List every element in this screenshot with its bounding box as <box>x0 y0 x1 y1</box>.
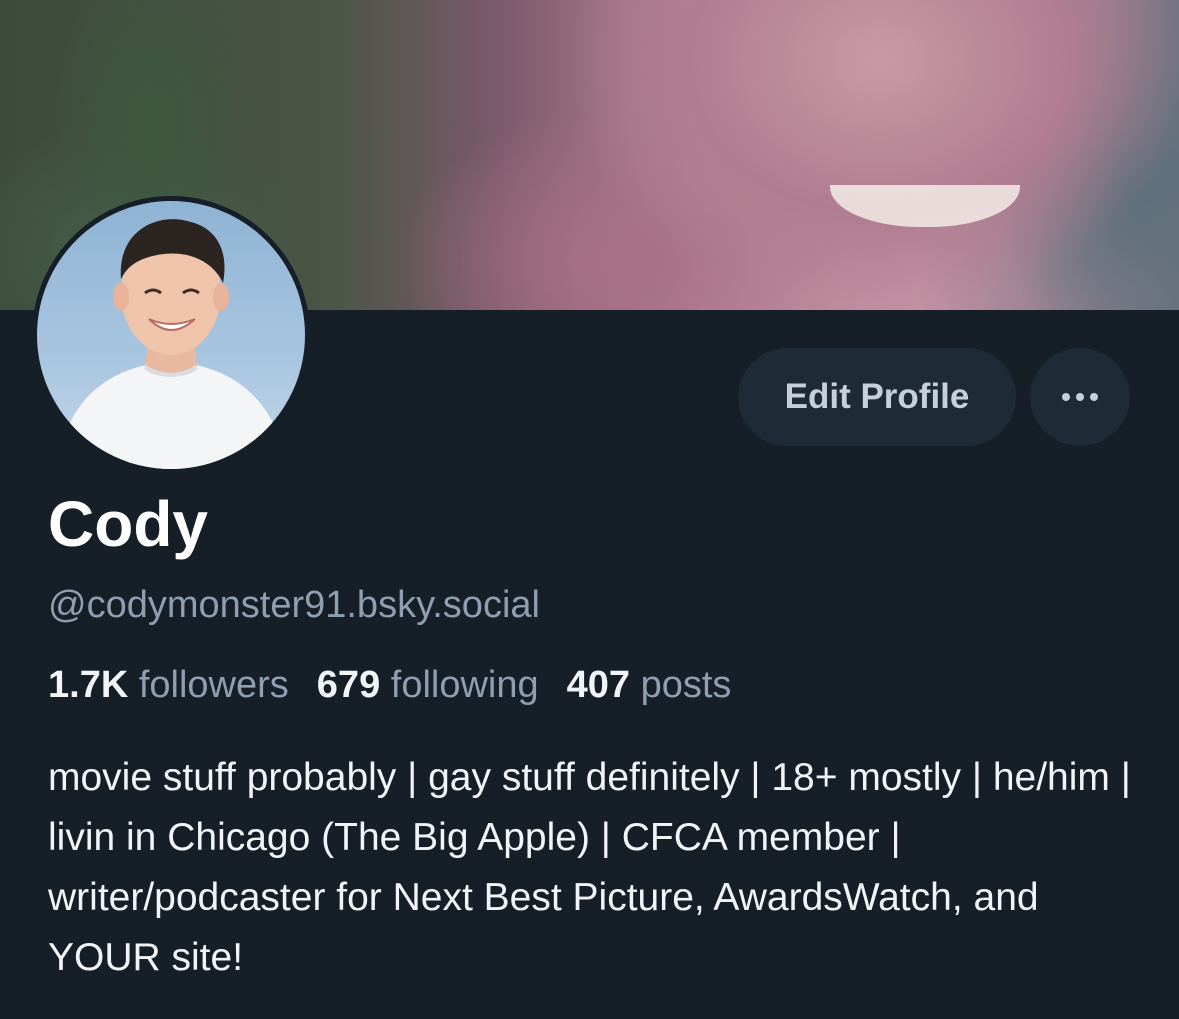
avatar[interactable] <box>37 201 305 469</box>
avatar-portrait <box>57 219 287 469</box>
followers-label: followers <box>138 664 289 706</box>
profile-stats: 1.7K followers 679 following 407 posts <box>48 660 731 710</box>
more-options-button[interactable] <box>1030 348 1130 446</box>
following-count: 679 <box>316 664 381 706</box>
ellipsis-icon <box>1062 393 1098 401</box>
profile-handle: @codymonster91.bsky.social <box>48 584 540 626</box>
posts-count: 407 <box>566 664 631 706</box>
profile-bio: movie stuff probably | gay stuff definit… <box>48 756 1131 979</box>
display-name: Cody <box>48 488 208 560</box>
followers-count: 1.7K <box>48 664 129 706</box>
edit-profile-button[interactable]: Edit Profile <box>738 348 1016 446</box>
followers-stat[interactable]: 1.7K followers <box>48 660 289 710</box>
following-label: following <box>390 664 539 706</box>
posts-label: posts <box>640 664 732 706</box>
following-stat[interactable]: 679 following <box>317 660 539 710</box>
posts-stat: 407 posts <box>567 660 732 710</box>
banner-photo-detail <box>830 185 1020 227</box>
